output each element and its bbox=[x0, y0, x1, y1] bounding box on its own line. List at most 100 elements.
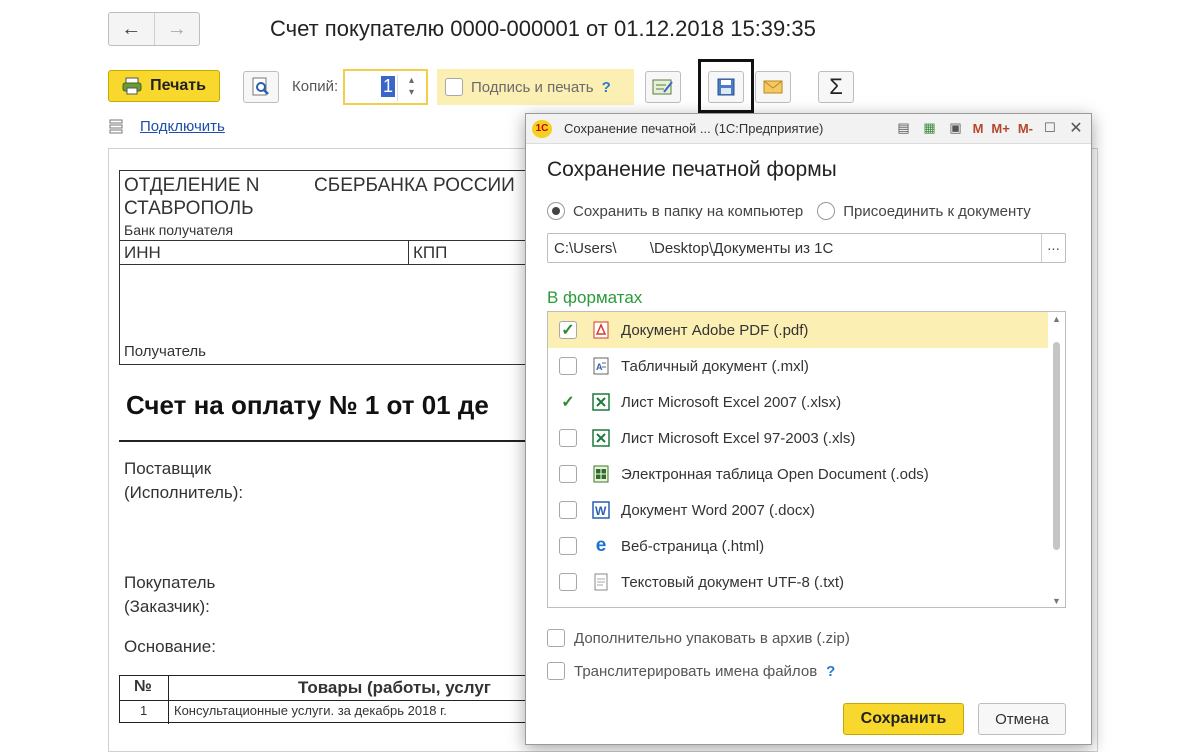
divider bbox=[120, 700, 540, 701]
format-item-ods[interactable]: Электронная таблица Open Document (.ods) bbox=[548, 456, 1048, 492]
connect-link[interactable]: Подключить bbox=[140, 118, 225, 135]
format-item-xls[interactable]: Лист Microsoft Excel 97-2003 (.xls) bbox=[548, 420, 1048, 456]
formats-scrollbar[interactable]: ▲ ▼ bbox=[1050, 314, 1064, 606]
divider bbox=[408, 240, 409, 264]
excel-icon bbox=[591, 428, 611, 448]
sign-and-stamp-option[interactable]: Подпись и печать ? bbox=[437, 69, 634, 105]
format-label: Текстовый документ UTF-8 (.txt) bbox=[621, 573, 845, 591]
format-checkbox[interactable]: ✓ bbox=[559, 393, 577, 411]
print-doc-icon[interactable]: ▤ bbox=[895, 119, 913, 137]
close-icon[interactable]: ✕ bbox=[1067, 119, 1085, 137]
bank-caption: Банк получателя bbox=[124, 222, 234, 238]
supplier-label: Поставщик bbox=[124, 459, 212, 478]
memory-m-button[interactable]: M bbox=[973, 121, 984, 136]
email-button[interactable] bbox=[755, 71, 791, 103]
printer-icon bbox=[122, 77, 142, 95]
calendar-icon[interactable]: ▣ bbox=[947, 119, 965, 137]
word-icon: W bbox=[591, 500, 611, 520]
radio-save-label: Сохранить в папку на компьютер bbox=[573, 202, 804, 220]
formats-list: ✓ Документ Adobe PDF (.pdf) A Табличный … bbox=[547, 311, 1066, 608]
format-checkbox[interactable] bbox=[559, 501, 577, 519]
buyer-label-2: (Заказчик): bbox=[124, 597, 210, 616]
col-num: № bbox=[134, 678, 152, 695]
copies-stepper[interactable]: ▴ ▾ bbox=[397, 75, 425, 101]
edit-document-icon bbox=[652, 79, 673, 95]
divider bbox=[120, 264, 550, 265]
translit-label: Транслитерировать имена файлов bbox=[574, 662, 818, 680]
folder-path-field[interactable]: C:\Users\ \Desktop\Документы из 1С ... bbox=[547, 233, 1066, 263]
format-label: Лист Microsoft Excel 97-2003 (.xls) bbox=[621, 429, 856, 447]
format-checkbox[interactable]: ✓ bbox=[559, 321, 577, 339]
format-checkbox[interactable] bbox=[559, 465, 577, 483]
recipient-label: Получатель bbox=[124, 343, 206, 360]
txt-icon bbox=[591, 572, 611, 592]
format-item-mxl[interactable]: A Табличный документ (.mxl) bbox=[548, 348, 1048, 384]
format-checkbox[interactable] bbox=[559, 537, 577, 555]
zip-label: Дополнительно упаковать в архив (.zip) bbox=[574, 629, 850, 647]
radio-attach-label: Присоединить к документу bbox=[843, 202, 1031, 220]
scroll-down-icon[interactable]: ▼ bbox=[1052, 596, 1061, 606]
sign-label: Подпись и печать bbox=[471, 78, 594, 96]
row-num: 1 bbox=[140, 703, 148, 718]
mxl-icon: A bbox=[591, 356, 611, 376]
format-checkbox[interactable] bbox=[559, 429, 577, 447]
format-item-txt[interactable]: Текстовый документ UTF-8 (.txt) bbox=[548, 564, 1048, 600]
sign-checkbox[interactable] bbox=[445, 78, 463, 96]
excel-icon bbox=[591, 392, 611, 412]
format-label: Веб-страница (.html) bbox=[621, 537, 765, 555]
browse-button[interactable]: ... bbox=[1041, 234, 1065, 262]
bank-city: СТАВРОПОЛЬ bbox=[124, 198, 254, 219]
col-goods: Товары (работы, услуг bbox=[298, 678, 491, 697]
calculator-icon[interactable]: ▦ bbox=[921, 119, 939, 137]
basis-label: Основание: bbox=[124, 637, 216, 656]
copies-input[interactable]: 1 ▴ ▾ bbox=[343, 69, 428, 105]
format-label: Электронная таблица Open Document (.ods) bbox=[621, 465, 929, 483]
zip-option[interactable]: Дополнительно упаковать в архив (.zip) bbox=[547, 629, 850, 647]
ods-icon bbox=[591, 464, 611, 484]
memory-mplus-button[interactable]: M+ bbox=[991, 121, 1009, 136]
print-button[interactable]: Печать bbox=[108, 70, 220, 102]
svg-text:W: W bbox=[595, 504, 607, 518]
envelope-icon bbox=[763, 80, 783, 94]
format-checkbox[interactable] bbox=[559, 357, 577, 375]
format-label: Документ Word 2007 (.docx) bbox=[621, 501, 815, 519]
scroll-up-icon[interactable]: ▲ bbox=[1052, 314, 1061, 324]
bank-name-right: СБЕРБАНКА РОССИИ bbox=[314, 175, 515, 196]
radio-save-to-folder[interactable] bbox=[547, 202, 565, 220]
save-print-form-dialog: 1С Сохранение печатной ... (1С:Предприят… bbox=[525, 113, 1092, 745]
save-button[interactable]: Сохранить bbox=[843, 703, 964, 735]
row-goods: Консультационные услуги. за декабрь 2018… bbox=[174, 703, 447, 718]
dialog-heading: Сохранение печатной формы bbox=[547, 158, 837, 181]
nav-buttons: ← → bbox=[108, 12, 200, 46]
help-icon[interactable]: ? bbox=[602, 79, 611, 96]
zip-checkbox[interactable] bbox=[547, 629, 565, 647]
translit-checkbox[interactable] bbox=[547, 662, 565, 680]
connect-row: Подключить bbox=[108, 118, 225, 135]
forward-button[interactable]: → bbox=[153, 13, 200, 45]
format-item-xlsx[interactable]: ✓ Лист Microsoft Excel 2007 (.xlsx) bbox=[548, 384, 1048, 420]
edge-icon: e bbox=[595, 535, 607, 556]
bank-name-left: ОТДЕЛЕНИЕ N bbox=[124, 175, 260, 196]
sum-button[interactable]: Σ bbox=[818, 71, 854, 103]
radio-attach-to-document[interactable] bbox=[817, 202, 836, 220]
scroll-thumb[interactable] bbox=[1053, 342, 1060, 550]
translit-option[interactable]: Транслитерировать имена файлов ? bbox=[547, 662, 835, 680]
format-item-docx[interactable]: W Документ Word 2007 (.docx) bbox=[548, 492, 1048, 528]
help-icon[interactable]: ? bbox=[826, 663, 835, 680]
back-button[interactable]: ← bbox=[109, 13, 154, 45]
maximize-icon[interactable]: ☐ bbox=[1041, 119, 1059, 137]
list-icon bbox=[109, 119, 123, 133]
copies-value: 1 bbox=[381, 76, 396, 97]
edit-button[interactable] bbox=[645, 71, 681, 103]
preview-button[interactable] bbox=[243, 71, 279, 103]
magnifier-icon bbox=[252, 77, 269, 96]
cancel-button[interactable]: Отмена bbox=[978, 703, 1066, 735]
dialog-titlebar: 1С Сохранение печатной ... (1С:Предприят… bbox=[526, 114, 1091, 144]
memory-mminus-button[interactable]: M- bbox=[1018, 121, 1033, 136]
format-item-html[interactable]: e Веб-страница (.html) bbox=[548, 528, 1048, 564]
format-item-pdf[interactable]: ✓ Документ Adobe PDF (.pdf) bbox=[548, 312, 1048, 348]
save-button[interactable] bbox=[708, 71, 744, 103]
formats-heading: В форматах bbox=[547, 288, 643, 307]
format-checkbox[interactable] bbox=[559, 573, 577, 591]
divider bbox=[119, 440, 539, 442]
